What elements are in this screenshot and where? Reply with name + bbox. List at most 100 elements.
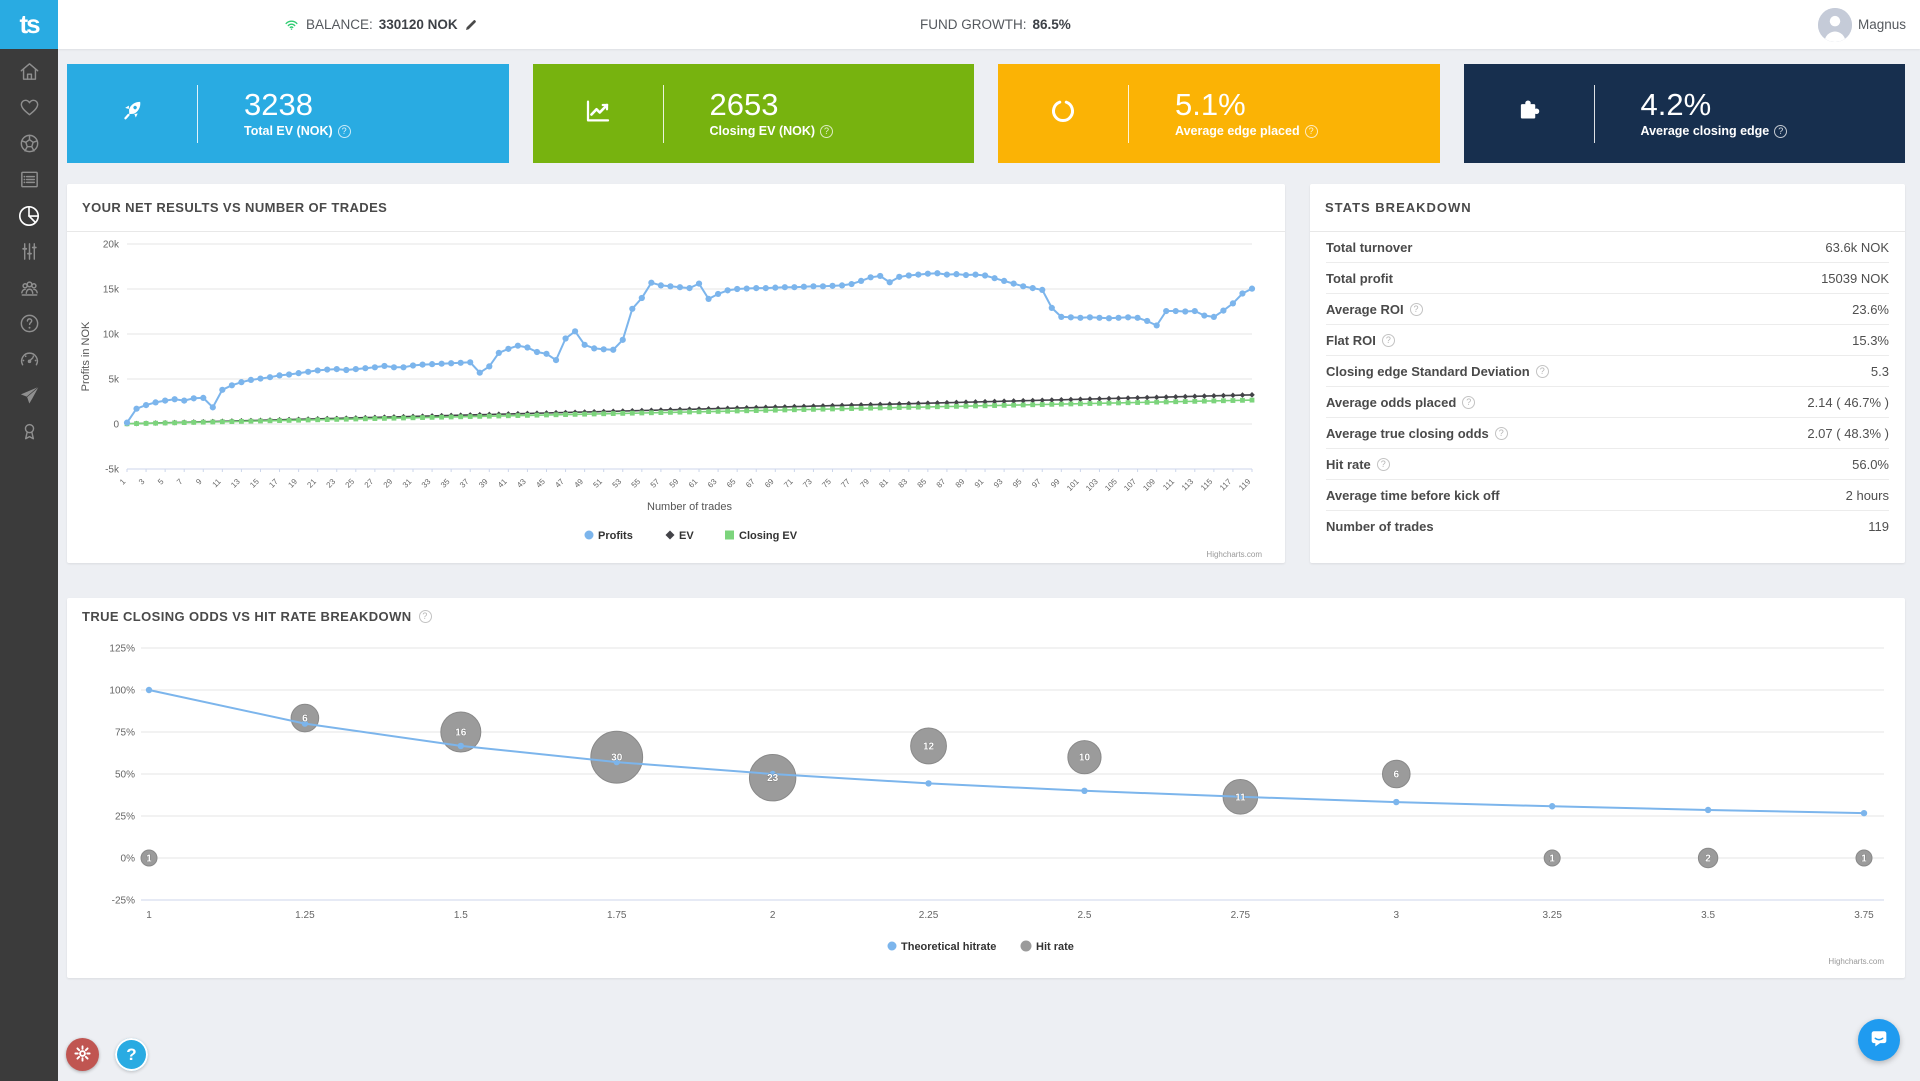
legend-item-ev[interactable]: EV <box>666 530 695 542</box>
football-icon <box>18 132 41 160</box>
fund-growth: FUND GROWTH: 86.5% <box>920 0 1071 49</box>
sidebar-item-pie-chart[interactable] <box>0 200 58 236</box>
balance-group: BALANCE: 330120 NOK <box>283 0 478 49</box>
svg-text:1.75: 1.75 <box>607 910 627 921</box>
chat-messenger-button[interactable] <box>1858 1019 1900 1061</box>
svg-text:69: 69 <box>763 477 776 490</box>
svg-text:113: 113 <box>1180 477 1196 493</box>
svg-text:109: 109 <box>1141 477 1157 493</box>
svg-text:3: 3 <box>137 477 147 487</box>
sliders-icon <box>18 240 41 268</box>
svg-text:15k: 15k <box>103 285 120 296</box>
card-divider <box>1128 85 1129 143</box>
puzzle-icon <box>1514 96 1544 131</box>
odds-hitrate-chart[interactable]: 125%100%75%50%25%0%-25%11.251.51.7522.25… <box>67 634 1905 974</box>
svg-text:49: 49 <box>572 477 585 490</box>
sidebar-item-sliders[interactable] <box>0 236 58 272</box>
odds-hitrate-panel: TRUE CLOSING ODDS VS HIT RATE BREAKDOWN … <box>67 598 1905 978</box>
info-icon[interactable]: ? <box>1462 396 1475 409</box>
svg-text:-5k: -5k <box>105 465 120 476</box>
stats-row-hit-rate: Hit rate?56.0% <box>1326 449 1889 480</box>
svg-text:119: 119 <box>1237 477 1253 493</box>
svg-text:1.5: 1.5 <box>454 910 468 921</box>
heart-icon <box>18 96 41 124</box>
stat-label: Average odds placed <box>1326 395 1456 410</box>
sidebar-item-help-circle[interactable] <box>0 308 58 344</box>
info-icon[interactable]: ? <box>1377 458 1390 471</box>
svg-text:43: 43 <box>515 477 528 490</box>
svg-text:20k: 20k <box>103 240 120 251</box>
info-icon[interactable]: ? <box>1382 334 1395 347</box>
sidebar-item-list[interactable] <box>0 164 58 200</box>
kpi-label: Average closing edge <box>1641 124 1770 138</box>
info-icon[interactable]: ? <box>1410 303 1423 316</box>
stats-rows: Total turnover63.6k NOKTotal profit15039… <box>1310 232 1905 542</box>
sidebar-item-gauge[interactable] <box>0 344 58 380</box>
stats-row-average-roi: Average ROI?23.6% <box>1326 294 1889 325</box>
edit-balance-icon[interactable] <box>464 18 478 32</box>
svg-text:11: 11 <box>211 477 224 490</box>
stats-row-average-time-before-kick-off: Average time before kick off2 hours <box>1326 480 1889 511</box>
sidebar-item-people[interactable] <box>0 272 58 308</box>
bubble-count-label: 10 <box>1079 753 1091 764</box>
svg-text:Hit rate: Hit rate <box>1036 941 1074 953</box>
odds-hitrate-info-icon[interactable]: ? <box>419 610 432 623</box>
bubble-count-label: 6 <box>302 714 308 725</box>
sidebar-item-home[interactable] <box>0 56 58 92</box>
svg-text:83: 83 <box>897 477 910 490</box>
svg-text:10k: 10k <box>103 330 120 341</box>
info-icon[interactable]: ? <box>1305 125 1318 138</box>
info-icon[interactable]: ? <box>338 125 351 138</box>
user-name: Magnus <box>1858 17 1906 32</box>
net-results-title: YOUR NET RESULTS VS NUMBER OF TRADES <box>82 200 387 215</box>
svg-text:19: 19 <box>286 477 299 490</box>
svg-text:31: 31 <box>401 477 414 490</box>
stat-label: Average true closing odds <box>1326 426 1489 441</box>
svg-text:Profits: Profits <box>598 530 633 542</box>
stats-row-closing-edge-standard-deviation: Closing edge Standard Deviation?5.3 <box>1326 356 1889 387</box>
svg-text:3.5: 3.5 <box>1701 910 1715 921</box>
legend-item-closing-ev[interactable]: Closing EV <box>725 530 798 542</box>
stat-value: 56.0% <box>1852 457 1889 472</box>
info-icon[interactable]: ? <box>1495 427 1508 440</box>
user-menu[interactable]: Magnus <box>1818 0 1906 49</box>
sidebar-item-football[interactable] <box>0 128 58 164</box>
highcharts-credit[interactable]: Highcharts.com <box>1828 957 1884 966</box>
svg-text:0: 0 <box>113 420 119 431</box>
svg-text:99: 99 <box>1049 477 1062 490</box>
svg-text:107: 107 <box>1122 477 1138 493</box>
avatar[interactable] <box>1818 8 1852 42</box>
sidebar-item-paper-plane[interactable] <box>0 380 58 416</box>
svg-text:63: 63 <box>706 477 719 490</box>
results-legend[interactable]: Profits EV Closing EV <box>585 530 798 542</box>
svg-text:9: 9 <box>194 477 204 487</box>
info-icon[interactable]: ? <box>1536 365 1549 378</box>
kpi-label: Total EV (NOK) <box>244 124 333 138</box>
svg-text:29: 29 <box>382 477 395 490</box>
legend-item-theoretical-hitrate[interactable]: Theoretical hitrate <box>888 941 997 953</box>
kpi-card-average-closing-edge: 4.2%Average closing edge? <box>1464 64 1906 163</box>
svg-text:3.75: 3.75 <box>1854 910 1874 921</box>
sidebar-item-award[interactable] <box>0 416 58 452</box>
sidebar-item-heart[interactable] <box>0 92 58 128</box>
help-button[interactable]: ? <box>115 1038 148 1071</box>
connection-wifi-icon <box>283 16 300 33</box>
stats-row-total-turnover: Total turnover63.6k NOK <box>1326 232 1889 263</box>
stat-value: 2.07 ( 48.3% ) <box>1807 426 1889 441</box>
svg-text:75: 75 <box>820 477 833 490</box>
net-results-chart[interactable]: 20k15k10k5k0-5k1357911131517192123252729… <box>67 232 1285 563</box>
legend-item-hit-rate[interactable]: Hit rate <box>1021 941 1074 953</box>
svg-text:100%: 100% <box>109 686 135 697</box>
odds-hitrate-title: TRUE CLOSING ODDS VS HIT RATE BREAKDOWN <box>82 609 412 624</box>
legend-item-profits[interactable]: Profits <box>585 530 633 542</box>
app-logo[interactable]: ts <box>0 0 58 49</box>
svg-text:39: 39 <box>477 477 490 490</box>
settings-button[interactable] <box>66 1038 99 1071</box>
info-icon[interactable]: ? <box>820 125 833 138</box>
chat-bubble-icon <box>1868 1028 1890 1053</box>
fund-growth-label: FUND GROWTH: <box>920 17 1026 32</box>
highcharts-credit[interactable]: Highcharts.com <box>1206 550 1262 559</box>
stat-label: Number of trades <box>1326 519 1434 534</box>
bubble-count-label: 11 <box>1235 792 1246 803</box>
info-icon[interactable]: ? <box>1774 125 1787 138</box>
